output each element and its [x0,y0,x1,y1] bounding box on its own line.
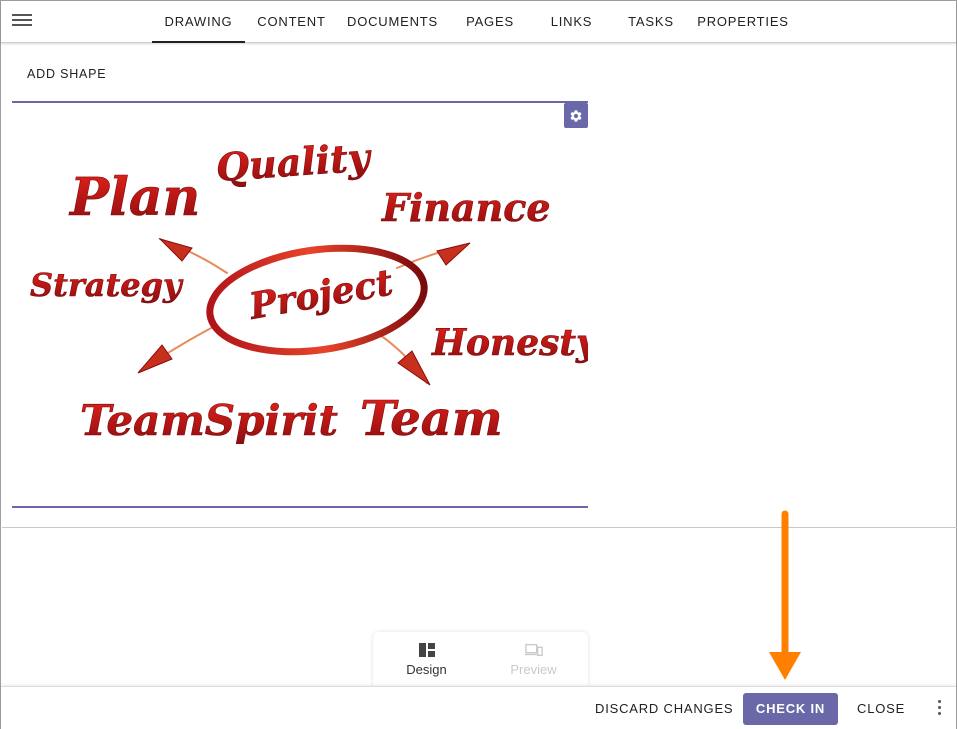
devices-icon [524,643,543,657]
word-team: Team [360,391,503,447]
app-window: DRAWING CONTENT DOCUMENTS PAGES LINKS TA… [0,0,957,729]
close-button[interactable]: CLOSE [857,687,905,729]
project-word-cloud-image: Plan Quality Finance Strategy Project Ho… [30,134,588,447]
tab-documents[interactable]: DOCUMENTS [338,1,447,43]
tab-links[interactable]: LINKS [533,1,610,43]
tab-drawing[interactable]: DRAWING [152,1,245,43]
word-project: Project [245,261,396,328]
word-strategy: Strategy [30,266,184,304]
word-teamspirit: TeamSpirit [80,396,338,445]
tab-tasks[interactable]: TASKS [610,1,692,43]
preview-mode-label: Preview [510,662,557,677]
content-divider [2,527,957,528]
discard-changes-button[interactable]: DISCARD CHANGES [595,687,733,729]
dashboard-icon [418,643,435,657]
gear-icon [570,109,582,122]
design-mode-label: Design [406,662,447,677]
check-in-button[interactable]: CHECK IN [743,693,838,725]
top-navigation-bar: DRAWING CONTENT DOCUMENTS PAGES LINKS TA… [1,1,956,43]
word-plan: Plan [68,167,200,228]
tab-properties[interactable]: PROPERTIES [692,1,794,43]
drawing-canvas[interactable]: Plan Quality Finance Strategy Project Ho… [12,101,588,508]
word-finance: Finance [381,185,551,230]
preview-mode-button[interactable]: Preview [480,642,587,677]
more-vertical-icon[interactable] [931,700,947,718]
hamburger-icon[interactable] [12,12,32,30]
design-mode-button[interactable]: Design [373,642,480,677]
bottom-action-bar: DISCARD CHANGES CHECK IN CLOSE [1,686,956,729]
word-quality: Quality [214,134,374,190]
tab-bar: DRAWING CONTENT DOCUMENTS PAGES LINKS TA… [152,1,794,43]
tab-pages[interactable]: PAGES [447,1,533,43]
word-honesty: Honesty [431,322,588,364]
arrow-down-icon [769,510,801,680]
view-mode-switch: Design Preview [373,632,588,690]
shape-settings-button[interactable] [564,103,588,128]
add-shape-button[interactable]: ADD SHAPE [27,67,106,81]
tab-content[interactable]: CONTENT [245,1,338,43]
